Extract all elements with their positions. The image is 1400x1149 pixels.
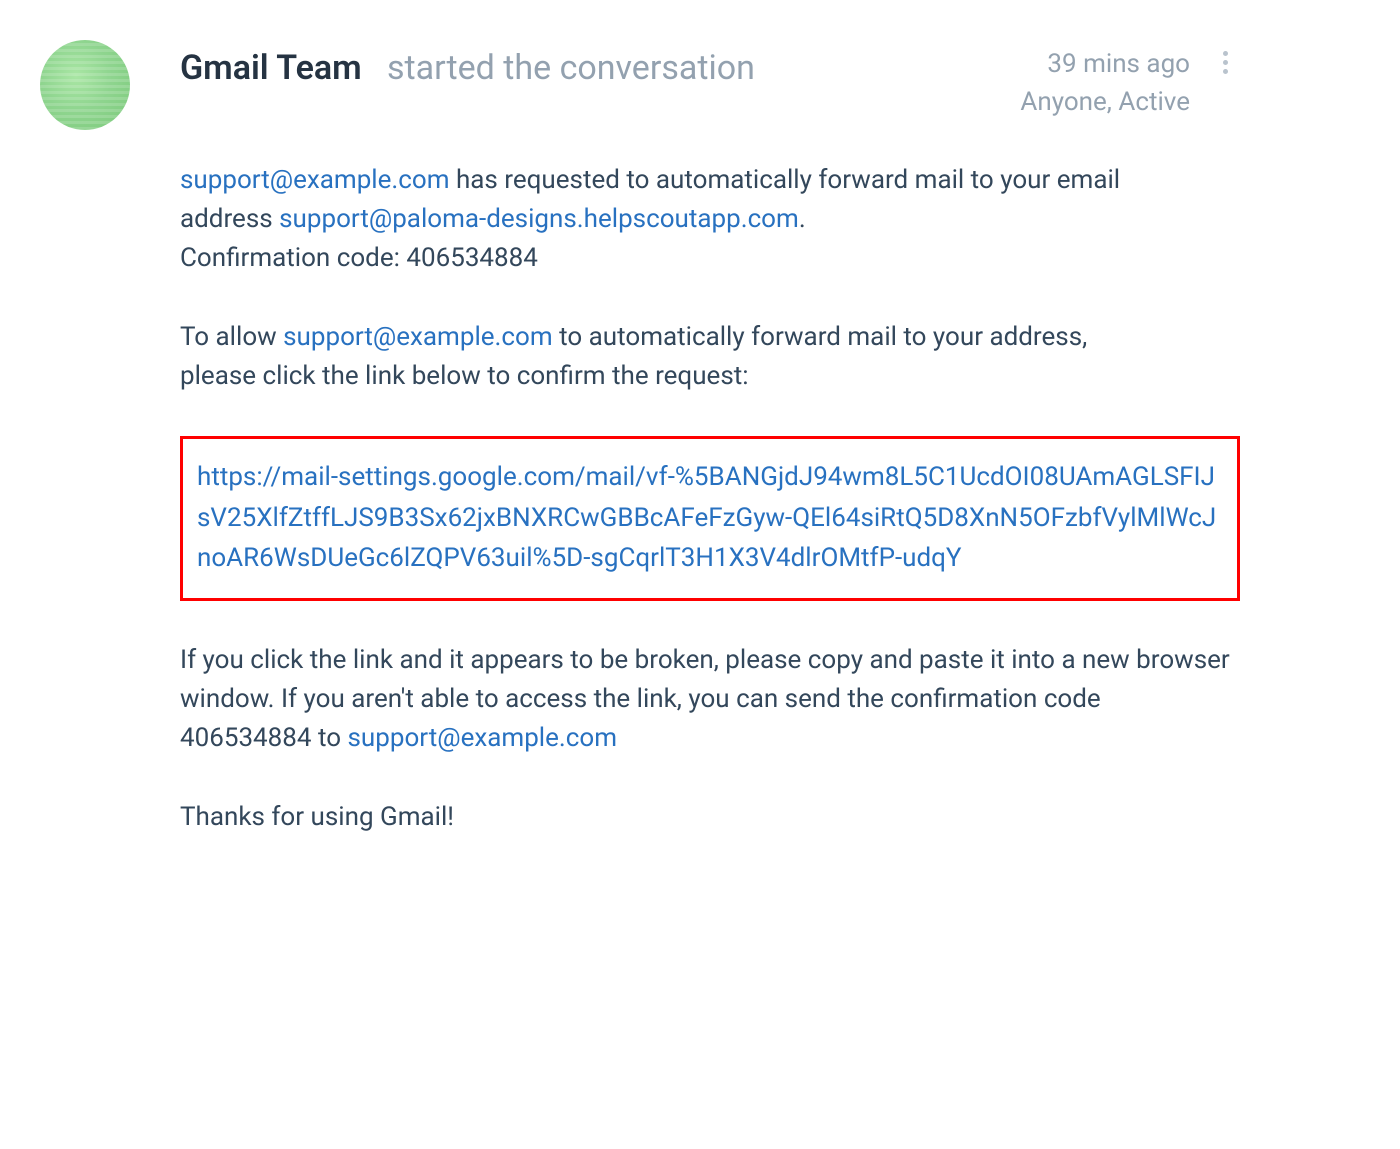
confirmation-link[interactable]: https://mail-settings.google.com/mail/vf…: [197, 457, 1223, 578]
confirmation-code-value: 406534884: [406, 243, 538, 273]
period: .: [799, 204, 806, 234]
forward-request-text: has requested to automatically forward m…: [456, 165, 1120, 195]
allow-forward-paragraph: To allow support@example.com to automati…: [180, 318, 1240, 396]
message-status: Anyone, Active: [1020, 84, 1190, 122]
fallback-to-word: to: [312, 723, 348, 753]
requester-email-link[interactable]: support@example.com: [180, 165, 450, 195]
fallback-instructions: If you click the link and it appears to …: [180, 641, 1240, 758]
conversation-headline: Gmail Team started the conversation: [180, 40, 755, 90]
fallback-text: If you click the link and it appears to …: [180, 645, 1230, 714]
forward-request-paragraph: support@example.com has requested to aut…: [180, 161, 1240, 278]
message-timestamp: 39 mins ago: [1020, 46, 1190, 84]
please-click-text: please click the link below to confirm t…: [180, 361, 749, 391]
conversation-thread: Gmail Team started the conversation 39 m…: [0, 0, 1400, 1149]
allow-email-link[interactable]: support@example.com: [283, 322, 553, 352]
message-header-row: Gmail Team started the conversation 39 m…: [180, 40, 1240, 121]
fallback-email-link[interactable]: support@example.com: [348, 723, 618, 753]
conversation-action: started the conversation: [387, 48, 755, 88]
message-meta: 39 mins ago Anyone, Active: [1020, 40, 1240, 121]
allow-after-text: to automatically forward mail to your ad…: [559, 322, 1087, 352]
forward-to-email-link[interactable]: support@paloma-designs.helpscoutapp.com: [279, 204, 799, 234]
sender-avatar: [40, 40, 130, 130]
fallback-code: 406534884: [180, 723, 312, 753]
allow-before-text: To allow: [180, 322, 283, 352]
address-label: address: [180, 204, 279, 234]
message-body: support@example.com has requested to aut…: [180, 161, 1240, 837]
sender-name: Gmail Team: [180, 48, 362, 88]
thanks-line: Thanks for using Gmail!: [180, 798, 1240, 837]
more-options-button[interactable]: [1210, 46, 1240, 78]
confirmation-code-label: Confirmation code:: [180, 243, 406, 273]
message-content: Gmail Team started the conversation 39 m…: [130, 40, 1240, 837]
confirmation-link-box: https://mail-settings.google.com/mail/vf…: [180, 436, 1240, 601]
